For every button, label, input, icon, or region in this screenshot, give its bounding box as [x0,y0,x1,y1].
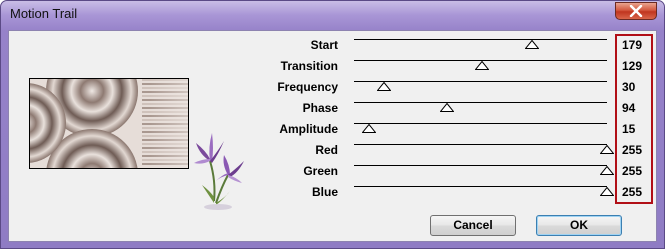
close-x-icon [629,5,643,17]
slider-track[interactable] [354,165,607,166]
slider-label: Green [303,164,338,178]
close-button[interactable] [615,2,657,20]
slider-label: Frequency [277,80,338,94]
slider-thumb[interactable] [600,166,614,175]
slider-track[interactable] [354,186,607,187]
values-highlight-box [615,34,653,204]
slider-label: Blue [311,185,338,199]
slider-track[interactable] [354,102,607,103]
cancel-button[interactable]: Cancel [430,215,516,236]
slider-thumb[interactable] [600,145,614,154]
slider-label: Start [310,38,338,52]
slider-label: Phase [302,101,338,115]
slider-thumb[interactable] [475,61,490,70]
slider-label: Red [315,143,338,157]
slider-thumb[interactable] [600,187,614,196]
motion-trail-dialog: Motion Trail Start 179 Transition 129 Fr… [0,0,665,249]
slider-track[interactable] [354,39,607,40]
ok-button[interactable]: OK [536,215,622,236]
window-title: Motion Trail [10,6,78,21]
title-bar[interactable]: Motion Trail [1,1,664,29]
effect-preview-image [29,78,189,169]
slider-label: Amplitude [279,122,338,136]
slider-thumb[interactable] [361,124,376,133]
slider-thumb[interactable] [440,103,455,112]
slider-track[interactable] [354,123,607,124]
slider-track[interactable] [354,144,607,145]
dialog-body: Start 179 Transition 129 Frequency 30 Phase 94 A… [8,30,657,242]
slider-thumb[interactable] [524,40,539,49]
slider-label: Transition [280,59,338,73]
slider-track[interactable] [354,81,607,82]
slider-thumb[interactable] [376,82,391,91]
